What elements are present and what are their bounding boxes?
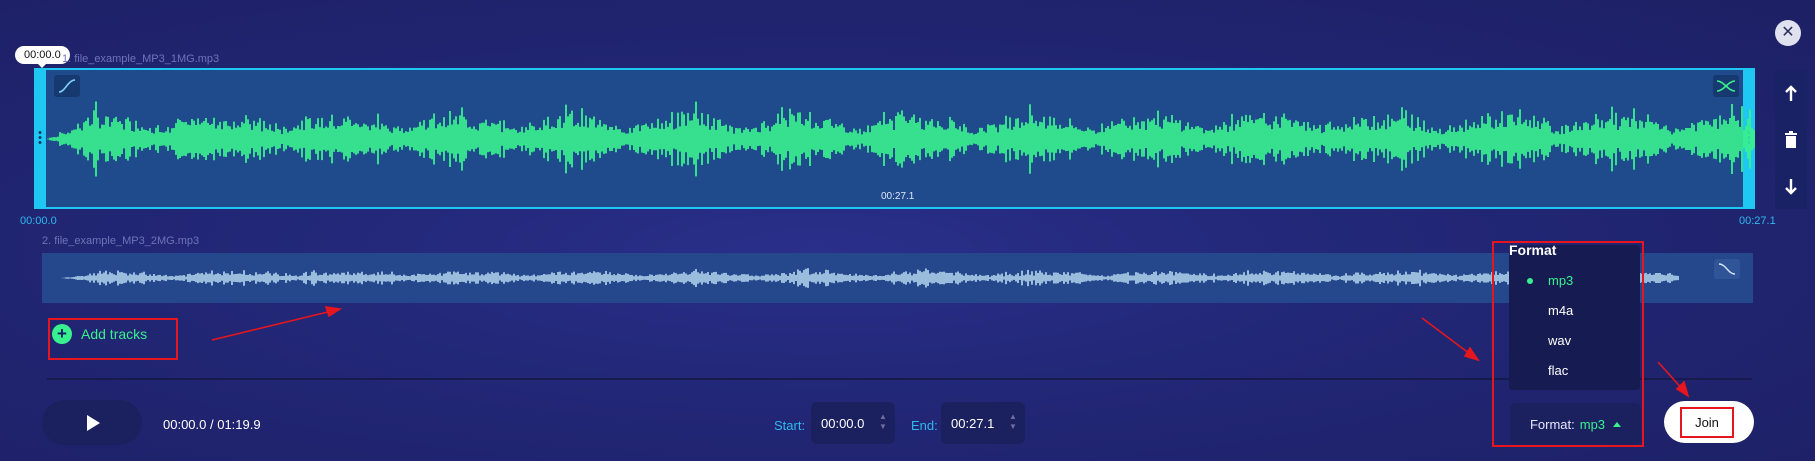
playback-time: 00:00.0 / 01:19.9 <box>163 417 261 432</box>
track1-duration-label: 00:27.1 <box>881 191 915 202</box>
close-icon: ✕ <box>1781 24 1795 41</box>
start-label: Start: <box>774 418 806 433</box>
arrow-up-icon <box>1785 85 1797 101</box>
track1-name: 1. file_example_MP3_1MG.mp3 <box>62 53 220 65</box>
end-time-value: 00:27.1 <box>951 415 995 431</box>
play-button[interactable] <box>42 400 142 445</box>
axis-start-label: 00:00.0 <box>20 215 57 227</box>
move-track-down-button[interactable] <box>1775 163 1807 209</box>
track1-left-trim-handle[interactable] <box>34 68 46 209</box>
start-time-value: 00:00.0 <box>821 415 865 431</box>
end-time-input[interactable]: 00:27.1 ▲ ▼ <box>941 402 1025 444</box>
start-time-stepper[interactable]: ▲ ▼ <box>879 412 887 432</box>
track2-name: 2. file_example_MP3_2MG.mp3 <box>42 235 200 247</box>
crossfade-icon <box>1716 80 1736 92</box>
track1-waveform <box>47 101 1755 177</box>
track2-waveform <box>61 268 1679 288</box>
fade-in-icon <box>58 79 76 93</box>
crossfade-button[interactable] <box>1713 75 1739 97</box>
add-tracks-label: Add tracks <box>81 326 148 342</box>
axis-end-label: 00:27.1 <box>1739 215 1776 227</box>
close-button[interactable]: ✕ <box>1775 20 1801 46</box>
arrow-down-icon <box>1785 179 1797 195</box>
join-label[interactable]: Join <box>1680 407 1734 438</box>
add-tracks-button[interactable]: + Add tracks <box>52 324 147 344</box>
fade-out-icon <box>1718 263 1736 275</box>
move-track-up-button[interactable] <box>1775 71 1807 117</box>
fade-in-button[interactable] <box>54 75 80 97</box>
delete-track-button[interactable] <box>1775 117 1807 163</box>
play-icon <box>87 414 100 431</box>
plus-icon: + <box>52 324 72 344</box>
fade-out-button[interactable] <box>1714 259 1740 279</box>
end-time-stepper[interactable]: ▲ ▼ <box>1009 412 1017 432</box>
start-time-input[interactable]: 00:00.0 ▲ ▼ <box>811 402 895 444</box>
format-highlight <box>1492 241 1644 447</box>
trash-icon <box>1785 131 1797 148</box>
end-label: End: <box>911 418 938 433</box>
